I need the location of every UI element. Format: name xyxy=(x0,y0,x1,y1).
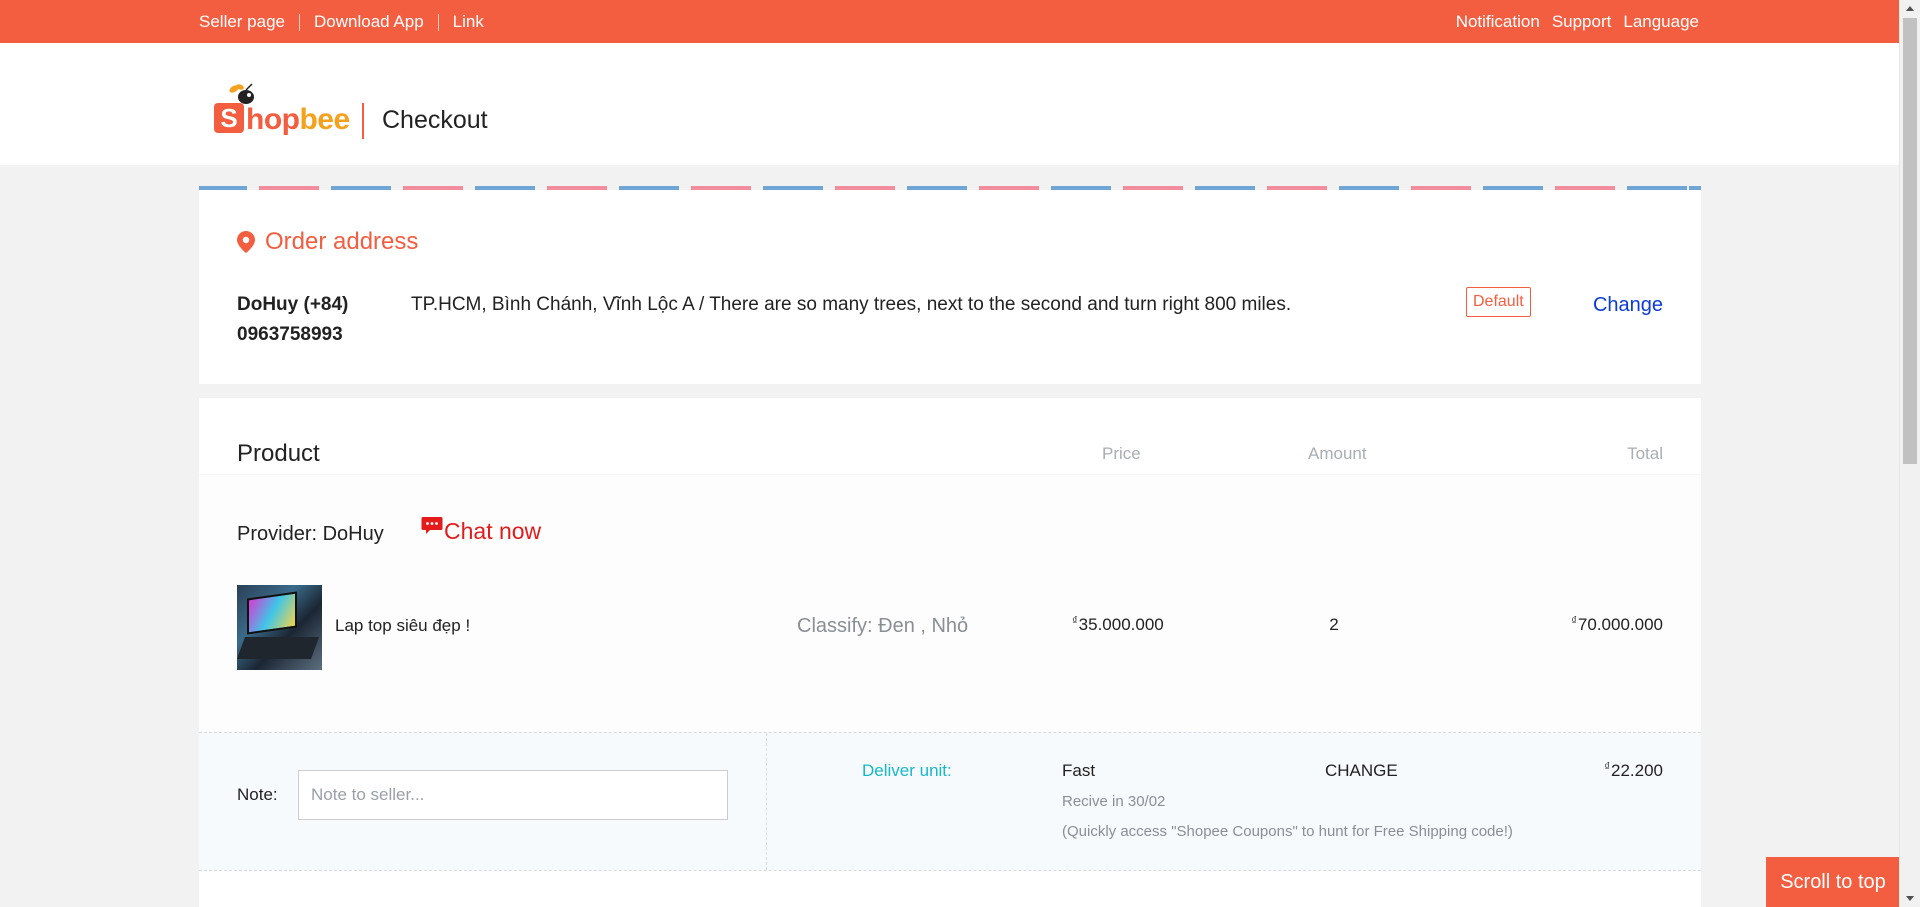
scroll-down-arrow-icon[interactable] xyxy=(1906,896,1914,901)
address-heading-text: Order address xyxy=(265,228,419,255)
support-link[interactable]: Support xyxy=(1552,12,1612,32)
divider xyxy=(437,13,439,31)
recipient-name-phone: DoHuy (+84) 0963758993 xyxy=(237,294,349,345)
receive-date: Recive in 30/02 xyxy=(1062,793,1166,810)
product-name[interactable]: Lap top siêu đẹp ! xyxy=(335,616,470,636)
column-total: Total xyxy=(1627,444,1663,463)
top-bar-right-links: Notification Support Language xyxy=(1456,12,1699,32)
language-link[interactable]: Language xyxy=(1623,12,1699,32)
top-bar-left-links: Seller page Download App Link xyxy=(199,12,484,32)
download-app-link[interactable]: Download App xyxy=(314,12,424,32)
header: S hopbee Checkout xyxy=(0,43,1899,165)
product-thumbnail[interactable] xyxy=(237,585,322,670)
delivery-fee: ₫22.200 xyxy=(1604,761,1663,780)
chat-bubble-icon xyxy=(421,516,443,534)
provider-label: Provider: DoHuy xyxy=(237,523,384,545)
deliver-method: Fast xyxy=(1062,761,1096,780)
product-title: Product xyxy=(237,440,320,467)
page-title: Checkout xyxy=(382,106,488,134)
shipping-section: Note: Deliver unit: Fast CHANGE ₫22.200 … xyxy=(199,732,1701,871)
header-divider xyxy=(362,103,364,139)
product-amount: 2 xyxy=(1329,615,1339,634)
note-area: Note: xyxy=(199,733,767,870)
chat-now-button[interactable]: Chat now xyxy=(421,516,542,545)
address-line: TP.HCM, Bình Chánh, Vĩnh Lộc A / There a… xyxy=(411,294,1292,315)
address-card: Order address DoHuy (+84) 0963758993 TP.… xyxy=(199,190,1701,384)
column-price: Price xyxy=(1102,444,1141,463)
logo-wordmark: hopbee xyxy=(246,103,350,136)
divider xyxy=(299,13,301,31)
column-amount: Amount xyxy=(1308,444,1367,463)
note-label: Note: xyxy=(237,785,278,804)
address-heading: Order address xyxy=(237,228,418,256)
page-scrollbar[interactable] xyxy=(1899,0,1920,907)
coupon-hint: (Quickly access "Shopee Coupons" to hunt… xyxy=(1062,823,1513,840)
product-card: Product Price Amount Total Provider: DoH… xyxy=(199,398,1701,907)
notification-link[interactable]: Notification xyxy=(1456,12,1540,32)
top-bar: Seller page Download App Link Notificati… xyxy=(0,0,1899,43)
scrollbar-thumb[interactable] xyxy=(1903,18,1917,464)
logo-bag: S xyxy=(214,103,244,133)
product-body: Provider: DoHuy Chat now Lap top siêu đẹ… xyxy=(199,474,1701,732)
scroll-up-arrow-icon[interactable] xyxy=(1906,6,1914,11)
seller-page-link[interactable]: Seller page xyxy=(199,12,285,32)
location-pin-icon xyxy=(237,231,255,253)
link-link[interactable]: Link xyxy=(453,12,484,32)
change-address-link[interactable]: Change xyxy=(1593,290,1663,320)
default-badge: Default xyxy=(1466,287,1531,317)
product-header: Product Price Amount Total xyxy=(199,398,1701,474)
shopbee-logo[interactable]: S hopbee xyxy=(206,77,350,137)
product-classify: Classify: Đen , Nhỏ xyxy=(797,615,969,637)
deliver-unit-label: Deliver unit: xyxy=(862,761,952,780)
product-price: ₫35.000.000 xyxy=(1072,615,1164,634)
scroll-to-top-button[interactable]: Scroll to top xyxy=(1766,857,1900,907)
change-delivery-button[interactable]: CHANGE xyxy=(1325,761,1398,781)
note-to-seller-input[interactable] xyxy=(298,770,728,820)
product-total: ₫70.000.000 xyxy=(1571,615,1663,634)
chat-now-label: Chat now xyxy=(444,518,542,544)
